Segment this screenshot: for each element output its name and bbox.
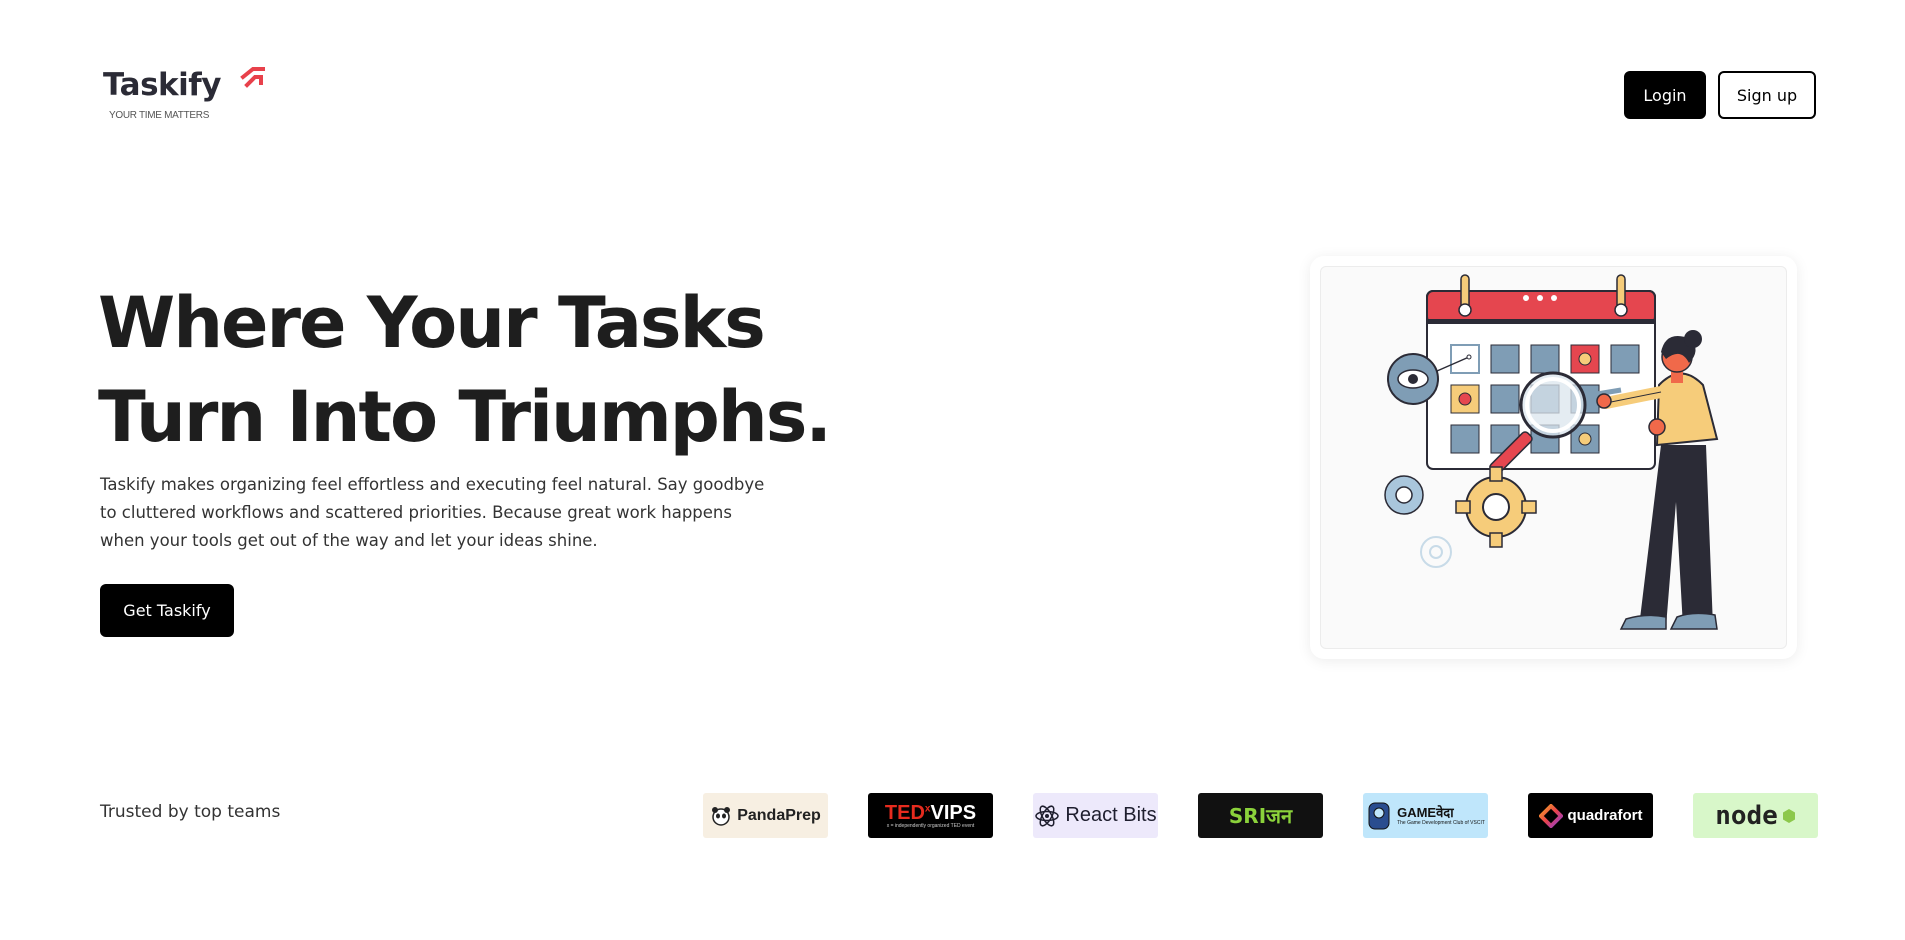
diamond-icon: [1538, 803, 1563, 828]
login-button[interactable]: Login: [1624, 71, 1706, 119]
signup-button[interactable]: Sign up: [1718, 71, 1816, 119]
calendar-illustration: [1320, 266, 1787, 649]
hero-title: Where Your Tasks Turn Into Triumphs.: [98, 276, 832, 464]
logo-tagline: YOUR TIME MATTERS: [109, 110, 210, 121]
tedxvips-logo: TEDxVIPS x = independently organized TED…: [868, 793, 993, 838]
hero-description: Taskify makes organizing feel effortless…: [100, 475, 765, 550]
hero-title-line-2: Turn Into Triumphs.: [98, 376, 832, 458]
panda-icon: [712, 806, 731, 826]
arrow-up-right-icon: [240, 67, 265, 88]
gameveda-logo: GAMEवेदा The Game Development Club of VS…: [1363, 793, 1488, 838]
hero-illustration-card: [1310, 256, 1797, 659]
brand-logo[interactable]: Taskify YOUR TIME MATTERS: [103, 67, 265, 121]
nodejs-text: node: [1715, 800, 1778, 831]
srijan-text: SRIजन: [1228, 804, 1293, 828]
js-hexagon-icon: [1782, 808, 1795, 823]
game-robot-icon: [1368, 802, 1390, 829]
reactbits-text: React Bits: [1065, 804, 1157, 826]
quadrafort-logo: quadrafort: [1528, 793, 1653, 838]
pandaprep-text: PandaPrep: [737, 806, 821, 824]
reactbits-logo: React Bits: [1033, 793, 1158, 838]
quadrafort-text: quadrafort: [1567, 807, 1643, 824]
nodejs-logo: node: [1693, 793, 1818, 838]
srijan-logo: SRIजन: [1198, 793, 1323, 838]
get-taskify-button[interactable]: Get Taskify: [100, 584, 234, 637]
vips-text: VIPS: [930, 802, 977, 824]
gameveda-subtitle: The Game Development Club of VSCIT: [1397, 819, 1485, 826]
ted-text: TED: [884, 802, 925, 824]
calendar-illustration-art: [1384, 274, 1719, 630]
logo-text: Taskify: [103, 67, 221, 103]
ted-subtitle: x = independently organized TED event: [886, 823, 975, 829]
trusted-label: Trusted by top teams: [100, 802, 281, 822]
atom-icon: [1035, 804, 1060, 827]
pandaprep-logo: PandaPrep: [703, 793, 828, 838]
gameveda-text: GAMEवेदा: [1397, 804, 1454, 820]
hero-title-line-1: Where Your Tasks: [98, 282, 766, 364]
